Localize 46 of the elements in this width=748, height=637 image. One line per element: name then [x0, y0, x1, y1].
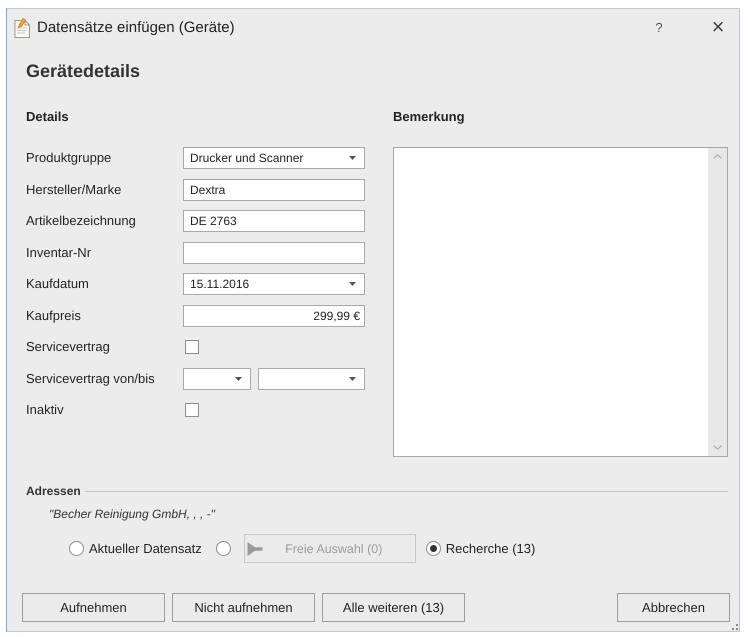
dialog-button[interactable]: Alle weiteren (13): [322, 593, 465, 622]
field-label: Servicevertrag: [26, 339, 110, 355]
radio-option[interactable]: Recherche (13): [426, 541, 536, 556]
checkbox[interactable]: [185, 340, 199, 354]
radio-option[interactable]: Aktueller Datensatz: [69, 541, 202, 556]
field-label: Servicevertrag von/bis: [26, 370, 155, 386]
close-button[interactable]: ×: [707, 15, 729, 39]
field-label: Inventar-Nr: [26, 244, 92, 260]
field-label: Inaktiv: [26, 402, 64, 418]
radio-button[interactable]: [426, 541, 441, 556]
text-field[interactable]: Dextra: [183, 178, 365, 200]
caret-icon: [349, 376, 356, 380]
field-label: Artikelbezeichnung: [26, 213, 136, 229]
dialog-button[interactable]: Nicht aufnehmen: [172, 593, 315, 622]
address-record-text: "Becher Reinigung GmbH, , , -": [49, 506, 215, 522]
section-title: Bemerkung: [393, 109, 465, 125]
cancel-button[interactable]: Abbrechen: [617, 593, 730, 622]
funnel-icon: [246, 540, 263, 556]
dropdown[interactable]: [258, 368, 365, 390]
help-button[interactable]: ?: [649, 16, 669, 38]
dropdown[interactable]: 15.11.2016: [183, 273, 365, 295]
caret-icon: [349, 282, 356, 286]
chevron-down-icon[interactable]: [713, 445, 722, 450]
group-label: Adressen: [26, 483, 81, 499]
page-heading: Gerätedetails: [26, 60, 140, 82]
dropdown[interactable]: [183, 368, 251, 390]
window-title: Datensätze einfügen (Geräte): [37, 18, 236, 36]
amount-field[interactable]: 299,99 €: [183, 304, 365, 326]
document-icon: [14, 16, 31, 38]
chevron-up-icon[interactable]: [713, 154, 722, 159]
text-field[interactable]: [183, 242, 365, 264]
checkbox[interactable]: [185, 403, 199, 417]
dialog-button[interactable]: Aufnehmen: [22, 593, 165, 622]
resize-grip-icon[interactable]: [731, 623, 738, 630]
remark-textarea[interactable]: [393, 147, 728, 457]
field-label: Kaufpreis: [26, 308, 81, 324]
field-label: Produktgruppe: [26, 150, 112, 166]
dropdown[interactable]: Drucker und Scanner: [183, 147, 365, 169]
field-label: Hersteller/Marke: [26, 182, 122, 198]
radio-button[interactable]: [69, 541, 84, 556]
caret-icon: [349, 156, 356, 160]
text-field[interactable]: DE 2763: [183, 210, 365, 232]
field-label: Kaufdatum: [26, 276, 89, 292]
scrollbar[interactable]: [708, 148, 727, 456]
caret-icon: [235, 376, 242, 380]
section-title: Details: [26, 109, 69, 125]
